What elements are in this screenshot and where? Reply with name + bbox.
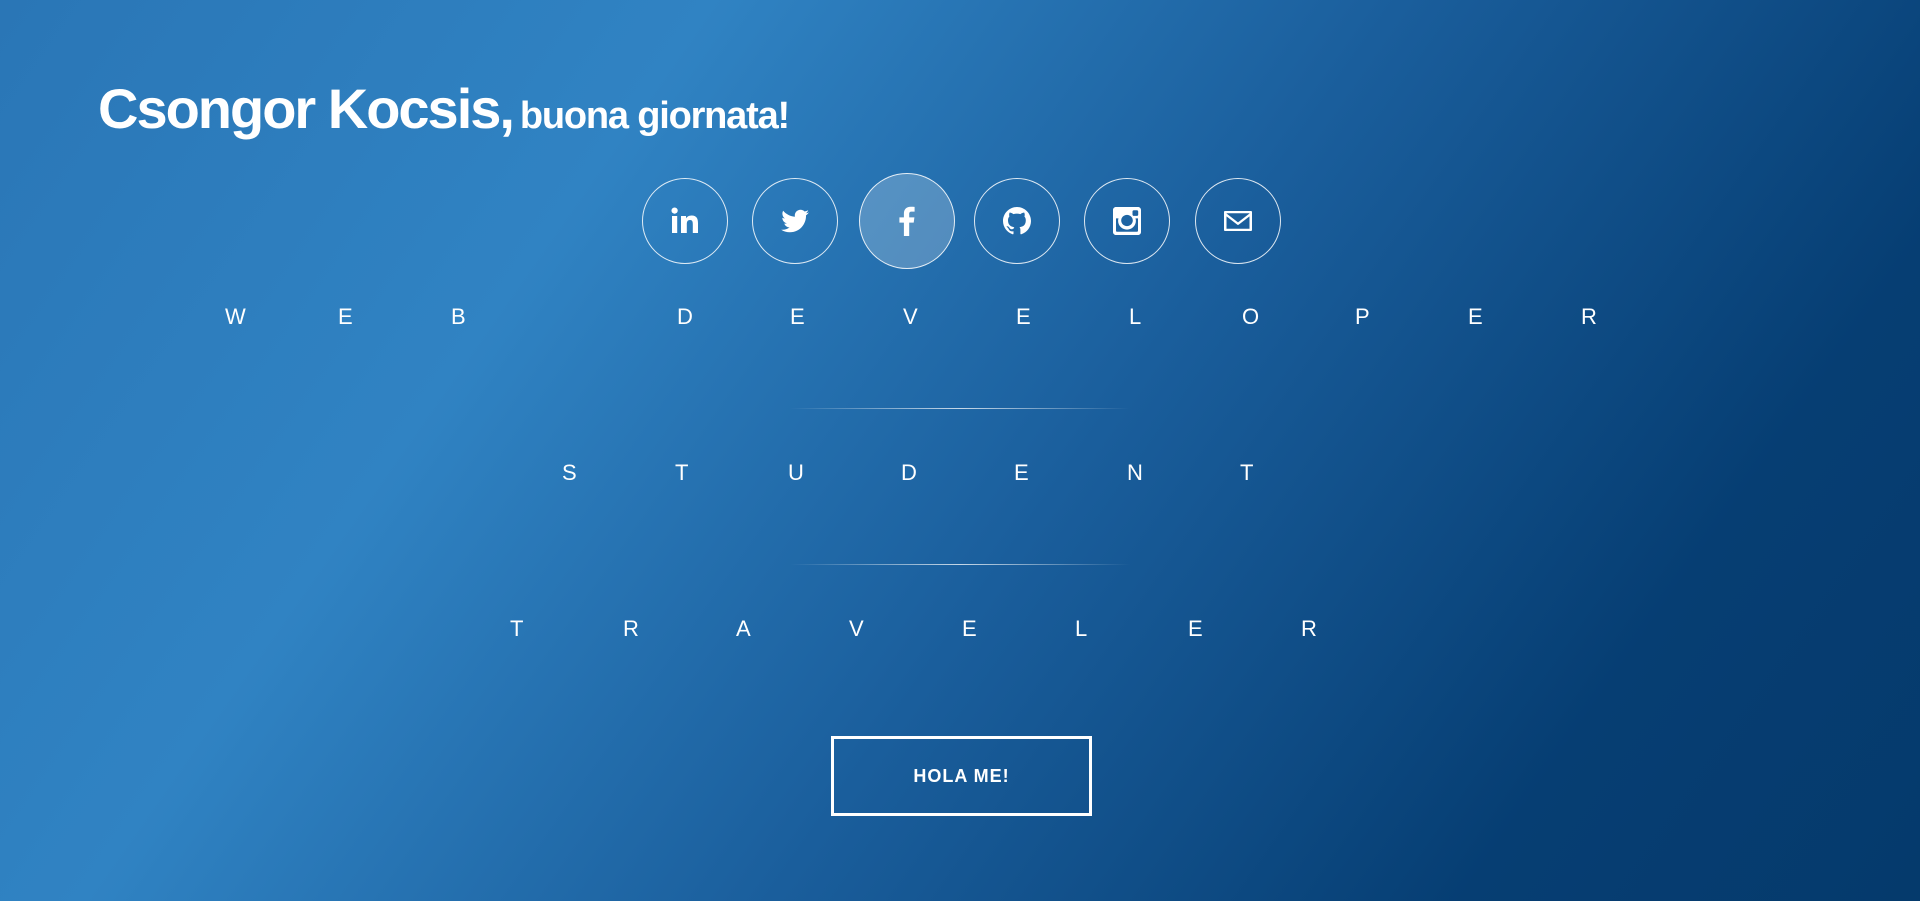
hero-name: Csongor Kocsis, — [98, 77, 515, 140]
role-letter: V — [849, 616, 864, 641]
role-letter: E — [1014, 460, 1029, 485]
role-letter: W — [225, 304, 246, 329]
role-letter: E — [338, 304, 353, 329]
role-letter: T — [675, 460, 689, 485]
twitter-button[interactable] — [752, 178, 838, 264]
role-letter: P — [1355, 304, 1370, 329]
role-letter: R — [623, 616, 639, 641]
role-letter: O — [1242, 304, 1260, 329]
role-letter: E — [1016, 304, 1031, 329]
role-letter: E — [962, 616, 977, 641]
role-letter: L — [1075, 616, 1088, 641]
role-letter: T — [1240, 460, 1254, 485]
email-button[interactable] — [1195, 178, 1281, 264]
divider — [790, 408, 1130, 409]
role-web-developer: W E B D E V E L O P E R — [225, 304, 1694, 330]
role-letter — [564, 304, 677, 330]
divider — [790, 564, 1130, 565]
linkedin-button[interactable] — [642, 178, 728, 264]
role-letter: E — [1188, 616, 1203, 641]
role-letter: E — [790, 304, 805, 329]
page-title: Csongor Kocsis, buona giornata! — [98, 76, 790, 141]
role-letter: R — [1301, 616, 1317, 641]
github-button[interactable] — [974, 178, 1060, 264]
role-letter: A — [736, 616, 751, 641]
email-icon — [1224, 211, 1252, 231]
role-letter: T — [510, 616, 524, 641]
role-letter: E — [1468, 304, 1483, 329]
role-student: S T U D E N T — [562, 460, 1353, 486]
role-letter: R — [1581, 304, 1597, 329]
twitter-icon — [781, 209, 809, 233]
linkedin-icon — [671, 207, 698, 233]
role-traveler: T R A V E L E R — [510, 616, 1414, 642]
facebook-button[interactable] — [859, 173, 955, 269]
role-letter: L — [1129, 304, 1142, 329]
hola-me-button[interactable]: HOLA ME! — [831, 736, 1092, 816]
role-letter: D — [901, 460, 917, 485]
instagram-button[interactable] — [1084, 178, 1170, 264]
github-icon — [1003, 207, 1031, 235]
hero-greeting: buona giornata! — [519, 95, 790, 137]
role-letter: S — [562, 460, 577, 485]
role-letter: B — [451, 304, 466, 329]
social-links — [0, 173, 1920, 274]
role-letter: V — [903, 304, 918, 329]
role-letter: U — [788, 460, 804, 485]
role-letter: D — [677, 304, 693, 329]
facebook-icon — [899, 206, 915, 236]
instagram-icon — [1113, 207, 1141, 235]
role-letter: N — [1127, 460, 1143, 485]
